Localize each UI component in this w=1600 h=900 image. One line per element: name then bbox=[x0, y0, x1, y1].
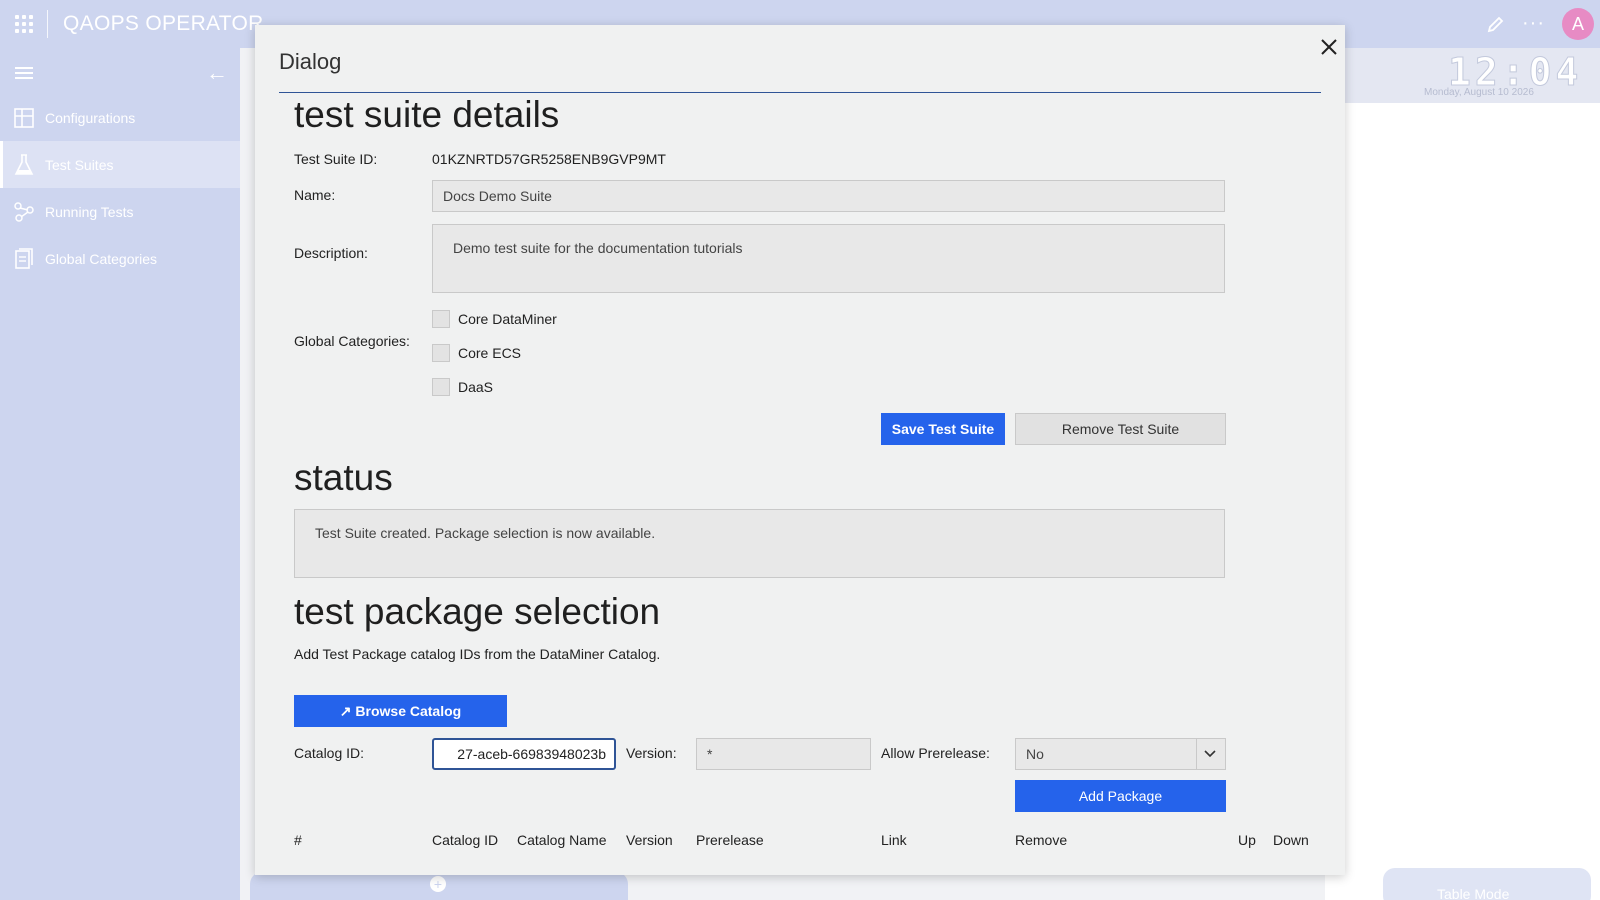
category-label: Core ECS bbox=[458, 345, 522, 361]
close-icon[interactable] bbox=[1317, 35, 1341, 59]
column-header-remove: Remove bbox=[1015, 832, 1068, 848]
sidebar-item-label: Global Categories bbox=[45, 250, 158, 267]
category-option[interactable]: Core DataMiner bbox=[432, 310, 557, 328]
allow-prerelease-value: No bbox=[1026, 746, 1044, 762]
select-divider bbox=[1196, 739, 1197, 769]
category-option[interactable]: Core ECS bbox=[432, 344, 521, 362]
category-option[interactable]: DaaS bbox=[432, 378, 493, 396]
name-label: Name: bbox=[294, 187, 336, 203]
add-package-button[interactable]: Add Package bbox=[1015, 780, 1226, 812]
app-title: QAOPS OPERATOR bbox=[63, 12, 264, 35]
column-header-link: Link bbox=[881, 832, 907, 848]
column-header-version: Version bbox=[626, 832, 673, 848]
details-heading: test suite details bbox=[294, 94, 560, 135]
clock-date: Monday, August 10 2026 bbox=[1424, 87, 1534, 98]
test-suite-id-label: Test Suite ID: bbox=[294, 151, 378, 167]
column-header-index: # bbox=[294, 832, 302, 848]
pencil-icon[interactable] bbox=[1486, 14, 1506, 34]
column-header-catalog-name: Catalog Name bbox=[517, 832, 607, 848]
version-input[interactable] bbox=[696, 738, 871, 770]
category-label: DaaS bbox=[458, 379, 494, 395]
allow-prerelease-label: Allow Prerelease: bbox=[881, 745, 990, 761]
apps-grid-icon[interactable] bbox=[15, 15, 33, 33]
sidebar-item-test-suites[interactable]: Test Suites bbox=[0, 141, 240, 188]
more-options-icon[interactable]: ··· bbox=[1522, 12, 1545, 35]
collapse-sidebar-arrow-icon[interactable]: ← bbox=[206, 60, 228, 86]
test-suite-id-value: 01KZNRTD57GR5258ENB9GVP9MT bbox=[432, 151, 666, 167]
topbar-divider bbox=[47, 10, 48, 38]
column-header-catalog-id: Catalog ID bbox=[432, 832, 499, 848]
dialog-title: Dialog bbox=[279, 49, 342, 74]
background-panel bbox=[1325, 103, 1600, 900]
checkbox[interactable] bbox=[432, 344, 450, 362]
global-categories-label: Global Categories: bbox=[294, 333, 410, 349]
checkbox[interactable] bbox=[432, 378, 450, 396]
remove-test-suite-button[interactable]: Remove Test Suite bbox=[1015, 413, 1226, 445]
dialog-divider bbox=[279, 92, 1321, 93]
plus-icon[interactable]: + bbox=[430, 876, 446, 892]
column-header-down: Down bbox=[1273, 832, 1309, 848]
chevron-down-icon[interactable] bbox=[1203, 747, 1217, 761]
column-header-prerelease: Prerelease bbox=[696, 832, 764, 848]
sidebar-item-label: Test Suites bbox=[45, 156, 114, 173]
catalog-id-label: Catalog ID: bbox=[294, 745, 365, 761]
checkbox[interactable] bbox=[432, 310, 450, 328]
layout-icon bbox=[13, 107, 35, 129]
column-header-up: Up bbox=[1238, 832, 1256, 848]
hamburger-menu-icon[interactable] bbox=[15, 67, 33, 79]
category-label: Core DataMiner bbox=[458, 311, 557, 327]
package-selection-intro: Add Test Package catalog IDs from the Da… bbox=[294, 646, 661, 662]
description-textarea[interactable]: Demo test suite for the documentation tu… bbox=[432, 224, 1225, 293]
status-message: Test Suite created. Package selection is… bbox=[294, 509, 1225, 578]
sidebar-item-label: Running Tests bbox=[45, 203, 134, 220]
document-icon bbox=[13, 247, 35, 270]
status-heading: status bbox=[294, 457, 393, 498]
sidebar-item-configurations[interactable]: Configurations bbox=[0, 94, 240, 141]
flow-icon bbox=[13, 201, 35, 223]
catalog-id-input[interactable] bbox=[432, 738, 616, 770]
sidebar-item-global-categories[interactable]: Global Categories bbox=[0, 235, 240, 282]
allow-prerelease-select[interactable]: No bbox=[1015, 738, 1226, 770]
user-avatar[interactable]: A bbox=[1562, 8, 1594, 40]
version-label: Version: bbox=[626, 745, 677, 761]
flask-icon bbox=[13, 153, 35, 176]
description-label: Description: bbox=[294, 245, 368, 261]
browse-catalog-button[interactable]: ↗ Browse Catalog bbox=[294, 695, 507, 727]
save-test-suite-button[interactable]: Save Test Suite bbox=[881, 413, 1005, 445]
sidebar: ← Configurations Test Suites Running Tes… bbox=[0, 48, 240, 900]
table-mode-button[interactable]: Table Mode bbox=[1383, 868, 1591, 900]
name-input[interactable] bbox=[432, 180, 1225, 212]
test-suite-dialog: Dialog test suite details Test Suite ID:… bbox=[255, 25, 1345, 875]
sidebar-item-label: Configurations bbox=[45, 109, 136, 126]
sidebar-item-running-tests[interactable]: Running Tests bbox=[0, 188, 240, 235]
package-selection-heading: test package selection bbox=[294, 591, 661, 632]
